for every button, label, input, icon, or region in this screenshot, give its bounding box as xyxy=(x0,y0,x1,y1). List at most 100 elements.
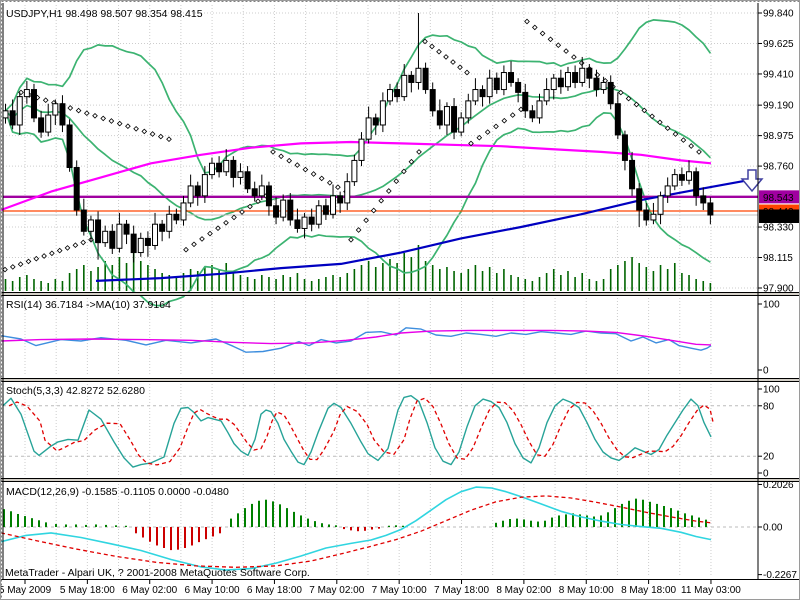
bullish-candle xyxy=(237,171,244,178)
bullish-candle xyxy=(458,117,465,133)
macd-axis-label: 0.2026 xyxy=(763,480,794,491)
bullish-candle xyxy=(187,185,194,204)
price-axis-label: 97.900 xyxy=(763,283,794,294)
metatrader-chart-window: 99.840 99.625 99.410 99.190 98.975 98.760 98.3… xyxy=(0,0,800,600)
copyright-text: MetaTrader - Alpari UK, ? 2001-2008 Meta… xyxy=(5,567,310,579)
bearish-candle xyxy=(693,171,700,197)
stoch-axis-label: 20 xyxy=(763,452,775,463)
bearish-candle xyxy=(422,67,429,91)
bullish-candle xyxy=(180,202,187,221)
bearish-candle xyxy=(451,106,458,133)
symbol-title: USDJPY,H1 98.498 98.507 98.354 98.415 xyxy=(6,8,203,20)
bearish-candle xyxy=(436,110,443,126)
bullish-candle xyxy=(536,100,543,119)
time-axis-label: 7 May 10:00 xyxy=(372,585,427,596)
bullish-candle xyxy=(543,89,550,102)
bullish-candle xyxy=(664,185,671,197)
bullish-candle xyxy=(102,230,109,244)
bullish-candle xyxy=(564,72,571,88)
bullish-candle xyxy=(87,219,94,232)
time-axis-label: 8 May 18:00 xyxy=(621,585,676,596)
bearish-candle xyxy=(479,89,486,98)
time-axis-label: 5 May 2009 xyxy=(1,585,52,596)
bearish-candle xyxy=(557,77,564,88)
price-axis-label: 99.625 xyxy=(763,39,794,50)
bearish-candle xyxy=(173,213,180,221)
time-axis-label: 6 May 18:00 xyxy=(247,585,302,596)
time-axis-label: 5 May 18:00 xyxy=(60,585,115,596)
bullish-candle xyxy=(600,81,607,91)
bearish-candle xyxy=(73,167,80,211)
bullish-candle xyxy=(472,89,479,102)
bearish-candle xyxy=(30,89,37,119)
bearish-candle xyxy=(66,124,73,169)
bullish-candle xyxy=(379,100,386,126)
bearish-candle xyxy=(372,117,379,126)
bullish-candle xyxy=(365,117,372,140)
bearish-candle xyxy=(159,223,166,232)
bullish-candle xyxy=(152,223,159,246)
bearish-candle xyxy=(614,103,621,136)
bullish-candle xyxy=(686,171,693,181)
bullish-candle xyxy=(550,77,557,91)
bearish-candle xyxy=(80,209,87,232)
main-price-panel xyxy=(1,3,764,307)
bearish-candle xyxy=(629,159,636,190)
bearish-candle xyxy=(593,77,600,91)
bearish-candle xyxy=(9,110,16,126)
time-axis-label: 6 May 10:00 xyxy=(185,585,240,596)
bullish-candle xyxy=(223,159,230,173)
bearish-candle xyxy=(322,205,329,215)
bearish-candle xyxy=(265,185,272,207)
hline-price-tag-purple: 98.543 xyxy=(763,193,794,204)
bearish-candle xyxy=(572,72,579,83)
bullish-candle xyxy=(166,213,173,232)
bearish-candle xyxy=(294,219,301,229)
macd-label: MACD(12,26,9) -0.1585 -0.1105 0.0000 -0.… xyxy=(6,486,229,498)
bullish-candle xyxy=(358,138,365,161)
bearish-candle xyxy=(287,199,294,221)
bearish-candle xyxy=(251,188,258,197)
bullish-candle xyxy=(465,100,472,119)
main-chart-surface[interactable] xyxy=(3,3,758,292)
bullish-candle xyxy=(315,205,322,225)
time-axis-label: 11 May 03:00 xyxy=(681,585,741,596)
bearish-candle xyxy=(230,159,237,178)
price-axis-label: 99.190 xyxy=(763,101,794,112)
bearish-candle xyxy=(586,67,593,79)
time-axis-label: 7 May 18:00 xyxy=(434,585,489,596)
price-axis-label: 98.330 xyxy=(763,223,794,234)
bullish-candle xyxy=(415,67,422,83)
bearish-candle xyxy=(700,195,707,204)
stoch-axis-label: 0 xyxy=(763,469,769,480)
bullish-candle xyxy=(344,181,351,204)
time-axis-label: 8 May 02:00 xyxy=(496,585,551,596)
bullish-candle xyxy=(16,96,23,126)
bullish-candle xyxy=(301,216,308,229)
bullish-candle xyxy=(280,199,287,218)
bearish-candle xyxy=(123,223,130,235)
bearish-candle xyxy=(144,237,151,246)
bullish-candle xyxy=(401,74,408,98)
chart-canvas: 99.840 99.625 99.410 99.190 98.975 98.760 98.3… xyxy=(1,1,799,599)
bearish-candle xyxy=(308,216,315,225)
bearish-candle xyxy=(515,81,522,93)
bearish-candle xyxy=(194,185,201,197)
bullish-candle xyxy=(671,174,678,187)
bullish-candle xyxy=(386,89,393,102)
price-axis-label: 99.840 xyxy=(763,9,794,20)
bearish-candle xyxy=(522,91,529,112)
bearish-candle xyxy=(493,77,500,91)
bearish-candle xyxy=(408,74,415,83)
bearish-candle xyxy=(678,174,685,181)
bearish-candle xyxy=(59,103,66,126)
time-axis-label: 8 May 10:00 xyxy=(559,585,614,596)
time-axis-label: 7 May 02:00 xyxy=(309,585,364,596)
bearish-candle xyxy=(529,110,536,119)
bearish-candle xyxy=(607,81,614,105)
bullish-candle xyxy=(500,72,507,91)
stoch-axis-label: 80 xyxy=(763,401,775,412)
bearish-candle xyxy=(130,233,137,254)
bullish-candle xyxy=(486,77,493,98)
bullish-candle xyxy=(2,110,9,119)
